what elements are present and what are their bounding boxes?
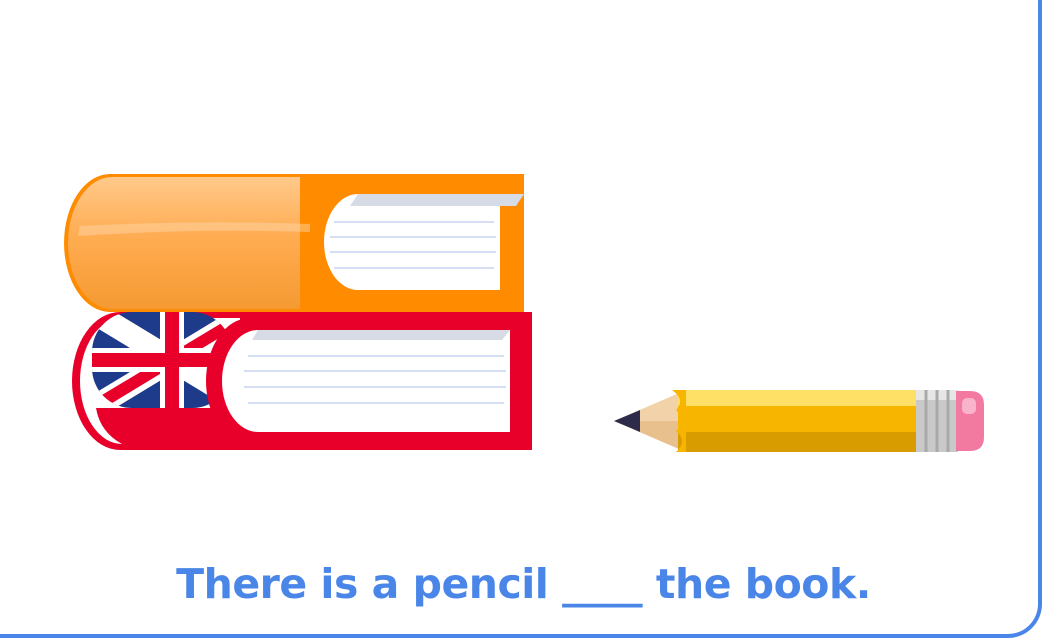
top-book-icon [64,174,525,312]
bottom-book-icon [72,312,532,450]
illustration [64,174,984,452]
pencil-icon [614,390,984,452]
fill-in-the-blank-sentence: There is a pencil ____ the book. [176,560,871,608]
books-stack-icon [64,174,532,450]
